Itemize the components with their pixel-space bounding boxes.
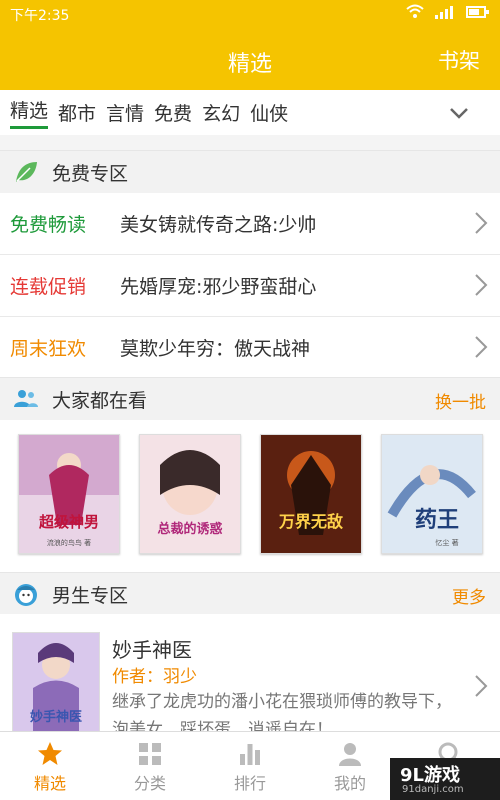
status-time: 下午2:35 [10,8,70,24]
tab-romance[interactable]: 言情 [106,99,144,126]
free-zone-list: 免费畅读 美女铸就传奇之路:少帅 连载促销 先婚厚宠:邪少野蛮甜心 周末狂欢 莫… [0,193,500,379]
book-cover[interactable]: 总裁的诱惑 [139,434,241,554]
watermark-url: 91danji.com [402,784,464,795]
tab-xianxia[interactable]: 仙侠 [250,99,288,126]
cover-image: 妙手神医 [13,633,99,733]
nav-label: 精选 [33,774,66,793]
cover-image: 万界无敌 [261,435,361,553]
status-icons [406,4,490,20]
nav-label: 分类 [133,774,166,793]
book-description: 继承了龙虎功的潘小花在猥琐师傅的教导下，泡美女、踩坏蛋，逍遥自在！ [112,692,452,732]
cover-author: 流浪的鸟鸟 著 [47,538,91,547]
free-zone-header: 免费专区 [0,150,500,194]
cover-image: 超级神男 流浪的鸟鸟 著 [19,435,119,553]
section-title: 免费专区 [52,162,129,185]
chevron-right-icon [475,212,488,234]
app-bar: 精选 书架 [0,28,500,90]
cover-image: 总裁的诱惑 [140,435,240,553]
refresh-batch-button[interactable]: 换一批 [435,388,486,413]
bookshelf-button[interactable]: 书架 [438,45,480,75]
chevron-right-icon [475,675,488,697]
bar-chart-icon [240,744,260,765]
more-button[interactable]: 更多 [452,583,486,608]
tab-free[interactable]: 免费 [154,99,192,126]
cover-title: 超级神男 [38,513,99,531]
star-icon [38,742,62,765]
battery-icon [466,6,489,18]
promo-tag: 连载促销 [10,276,87,298]
popular-covers: 超级神男 流浪的鸟鸟 著 总裁的诱惑 万界无敌 药王 忆尘 著 [0,420,500,572]
chevron-right-icon [475,336,488,358]
person-icon [339,743,361,766]
book-title: 莫欺少年穷：傲天战神 [120,338,311,360]
nav-ranking[interactable]: 排行 [200,732,300,800]
book-cover[interactable]: 药王 忆尘 著 [381,434,483,554]
watermark-logo: 9L游戏 91danji.com [390,758,500,800]
tab-urban[interactable]: 都市 [58,99,96,126]
promo-tag: 免费畅读 [10,214,87,236]
cover-title: 万界无敌 [278,512,343,531]
list-item[interactable]: 周末狂欢 莫欺少年穷：傲天战神 [0,317,500,379]
cover-title: 药王 [415,508,459,533]
list-item[interactable]: 免费畅读 美女铸就传奇之路:少帅 [0,193,500,255]
cover-author: 忆尘 著 [435,538,458,547]
category-tabs: 精选 都市 言情 免费 玄幻 仙侠 [0,90,500,135]
section-title: 大家都在看 [52,389,148,412]
book-list-item[interactable]: 妙手神医 妙手神医 作者：羽少 继承了龙虎功的潘小花在猥琐师傅的教导下，泡美女、… [0,614,500,734]
book-title: 妙手神医 [112,638,192,662]
chevron-down-icon[interactable] [448,102,470,124]
section-title: 男生专区 [52,584,129,607]
book-cover[interactable]: 超级神男 流浪的鸟鸟 著 [18,434,120,554]
cover-title: 总裁的诱惑 [157,521,222,537]
book-cover[interactable]: 万界无敌 [260,434,362,554]
chevron-right-icon [475,274,488,296]
leaf-icon [16,162,37,182]
status-bar: 下午2:35 [0,0,500,28]
signal-icon [435,6,453,19]
popular-header: 大家都在看 换一批 [0,377,500,421]
users-icon [14,390,38,407]
book-author: 作者：羽少 [112,667,197,687]
book-cover: 妙手神医 [12,632,100,734]
nav-category[interactable]: 分类 [100,732,200,800]
nav-featured[interactable]: 精选 [0,732,100,800]
tab-fantasy[interactable]: 玄幻 [202,99,240,126]
cover-image: 药王 忆尘 著 [382,435,482,553]
promo-tag: 周末狂欢 [10,338,87,360]
cover-title: 妙手神医 [30,709,82,725]
grid-icon [139,743,161,765]
tab-featured[interactable]: 精选 [10,96,49,129]
book-title: 美女铸就传奇之路:少帅 [120,214,317,236]
nav-profile[interactable]: 我的 [300,732,400,800]
boy-face-icon [15,584,37,606]
male-zone-header: 男生专区 更多 [0,572,500,616]
wifi-icon [406,4,424,18]
page-title: 精选 [227,52,272,77]
book-title: 先婚厚宠:邪少野蛮甜心 [120,276,317,298]
list-item[interactable]: 连载促销 先婚厚宠:邪少野蛮甜心 [0,255,500,317]
nav-label: 排行 [233,774,266,793]
nav-label: 我的 [333,774,366,793]
